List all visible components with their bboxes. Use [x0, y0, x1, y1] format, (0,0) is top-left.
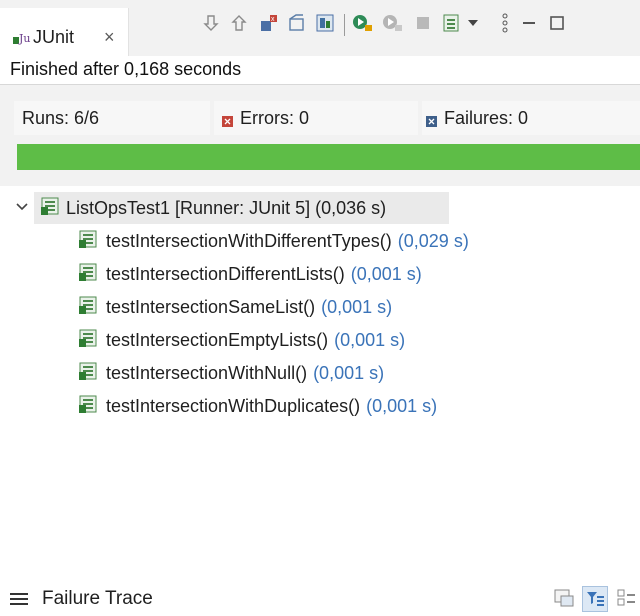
- test-name: testIntersectionWithNull(): [106, 362, 308, 383]
- compare-results-icon[interactable]: [552, 586, 576, 610]
- test-time: (0,001 s): [321, 296, 393, 317]
- progress-bar: [17, 144, 640, 170]
- test-passed-icon: [78, 295, 98, 320]
- status-text: Finished after 0,168 seconds: [10, 59, 242, 79]
- test-name: testIntersectionWithDifferentTypes(): [106, 230, 392, 251]
- run-status: Finished after 0,168 seconds: [0, 56, 640, 84]
- history-icon[interactable]: [440, 10, 462, 36]
- test-name: testIntersectionWithDuplicates(): [106, 395, 361, 416]
- rerun-icon[interactable]: [352, 10, 374, 36]
- test-time: (0,001 s): [313, 362, 385, 383]
- view-tab-bar: Ju JUnit × x: [0, 0, 640, 56]
- test-passed-icon: [78, 361, 98, 386]
- failure-trace-header: Failure Trace: [0, 582, 640, 615]
- test-time: (0,001 s): [366, 395, 438, 416]
- errors-label: Errors: 0: [240, 108, 310, 128]
- copy-trace-icon[interactable]: [614, 586, 638, 610]
- counters-panel: Runs: 6/6 Errors: 0 Failures: 0: [0, 84, 640, 187]
- stack-trace-icon: [10, 592, 28, 611]
- test-time: (0,001 s): [334, 329, 406, 350]
- test-time: (0,001 s): [350, 263, 422, 284]
- rerun-failed-first-icon[interactable]: [382, 10, 404, 36]
- maximize-icon[interactable]: [546, 10, 568, 36]
- test-passed-icon: [78, 394, 98, 419]
- test-name: testIntersectionDifferentLists(): [106, 263, 345, 284]
- view-menu-icon[interactable]: [494, 10, 516, 36]
- failure-trace-label: Failure Trace: [42, 588, 153, 609]
- runs-label: Runs: 6/6: [22, 108, 100, 128]
- next-failure-icon[interactable]: [200, 10, 222, 36]
- test-passed-icon: [78, 328, 98, 353]
- show-skipped-only-icon[interactable]: [314, 10, 336, 36]
- minimize-icon[interactable]: [518, 10, 540, 36]
- test-suite-icon: [40, 196, 60, 221]
- test-name: testIntersectionEmptyLists(): [106, 329, 329, 350]
- tree-item[interactable]: testIntersectionWithDuplicates() (0,001 …: [78, 391, 437, 421]
- svg-text:x: x: [271, 16, 275, 23]
- failure-icon: [426, 114, 437, 132]
- show-failures-only-icon[interactable]: x: [258, 10, 280, 36]
- test-passed-icon: [78, 229, 98, 254]
- tree-item[interactable]: testIntersectionEmptyLists() (0,001 s): [78, 325, 405, 355]
- failures-counter: Failures: 0: [422, 101, 640, 135]
- tree-root-item[interactable]: ListOpsTest1 [Runner: JUnit 5] (0,036 s): [40, 193, 386, 223]
- chevron-down-icon[interactable]: [16, 199, 28, 215]
- scroll-lock-icon[interactable]: [286, 10, 308, 36]
- previous-failure-icon[interactable]: [228, 10, 250, 36]
- stop-icon[interactable]: [412, 10, 434, 36]
- tree-item[interactable]: testIntersectionWithDifferentTypes() (0,…: [78, 226, 469, 256]
- runs-counter: Runs: 6/6: [14, 101, 210, 135]
- failures-label: Failures: 0: [444, 108, 529, 128]
- test-tree[interactable]: ListOpsTest1 [Runner: JUnit 5] (0,036 s)…: [0, 186, 640, 556]
- errors-counter: Errors: 0: [214, 101, 418, 135]
- test-time: (0,029 s): [397, 230, 469, 251]
- tree-item[interactable]: testIntersectionSameList() (0,001 s): [78, 292, 392, 322]
- history-dropdown-icon[interactable]: [462, 10, 484, 36]
- error-icon: [222, 114, 233, 132]
- test-name: testIntersectionSameList(): [106, 296, 316, 317]
- view-toolbar: x: [0, 10, 640, 40]
- tree-item[interactable]: testIntersectionWithNull() (0,001 s): [78, 358, 384, 388]
- test-passed-icon: [78, 262, 98, 287]
- filter-stack-trace-icon[interactable]: [582, 586, 608, 612]
- tree-root-label: ListOpsTest1 [Runner: JUnit 5] (0,036 s): [66, 197, 387, 218]
- tree-item[interactable]: testIntersectionDifferentLists() (0,001 …: [78, 259, 422, 289]
